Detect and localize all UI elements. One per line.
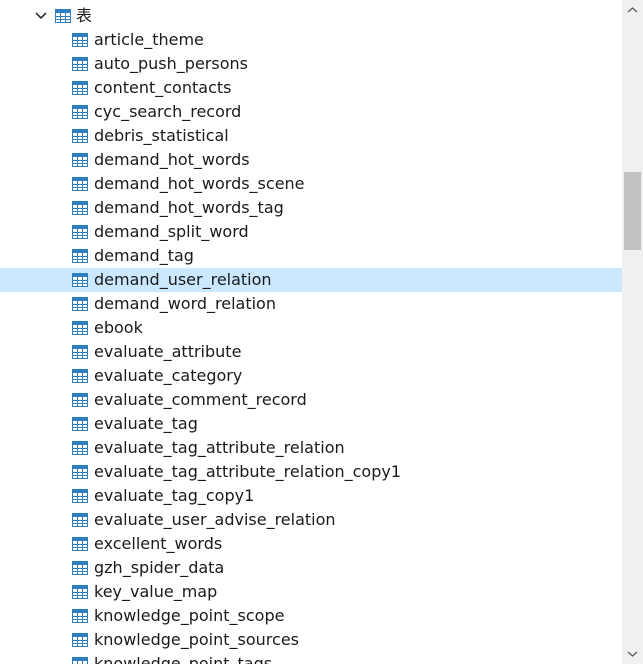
table-icon bbox=[72, 417, 88, 431]
table-icon bbox=[72, 585, 88, 599]
table-item-label: evaluate_comment_record bbox=[94, 390, 307, 409]
table-item-label: key_value_map bbox=[94, 582, 218, 601]
table-icon bbox=[72, 177, 88, 191]
table-icon bbox=[72, 297, 88, 311]
table-item-label: evaluate_category bbox=[94, 366, 243, 385]
scroll-up-arrow-icon[interactable] bbox=[627, 6, 638, 14]
table-item[interactable]: knowledge_point_scope bbox=[0, 604, 622, 628]
table-item[interactable]: demand_hot_words_scene bbox=[0, 172, 622, 196]
table-item[interactable]: debris_statistical bbox=[0, 124, 622, 148]
table-icon bbox=[72, 369, 88, 383]
scrollbar-thumb[interactable] bbox=[624, 172, 641, 250]
table-item[interactable]: ebook bbox=[0, 316, 622, 340]
table-item[interactable]: excellent_words bbox=[0, 532, 622, 556]
table-item-label: demand_hot_words_scene bbox=[94, 174, 305, 193]
table-item[interactable]: evaluate_comment_record bbox=[0, 388, 622, 412]
table-icon bbox=[72, 273, 88, 287]
table-item[interactable]: demand_hot_words_tag bbox=[0, 196, 622, 220]
table-icon bbox=[72, 201, 88, 215]
table-icon bbox=[72, 105, 88, 119]
table-icon bbox=[72, 33, 88, 47]
table-item-label: demand_split_word bbox=[94, 222, 249, 241]
table-item-label: knowledge_point_scope bbox=[94, 606, 285, 625]
table-icon bbox=[72, 249, 88, 263]
table-item-label: cyc_search_record bbox=[94, 102, 242, 121]
table-item-label: gzh_spider_data bbox=[94, 558, 225, 577]
table-icon bbox=[72, 345, 88, 359]
table-icon bbox=[72, 321, 88, 335]
table-icon bbox=[72, 81, 88, 95]
table-item[interactable]: key_value_map bbox=[0, 580, 622, 604]
table-item-label: evaluate_attribute bbox=[94, 342, 242, 361]
vertical-scrollbar[interactable] bbox=[622, 0, 643, 664]
table-icon bbox=[72, 393, 88, 407]
table-item-label: excellent_words bbox=[94, 534, 223, 553]
chevron-down-icon[interactable] bbox=[34, 10, 48, 22]
table-item-label: content_contacts bbox=[94, 78, 232, 97]
table-item-label: debris_statistical bbox=[94, 126, 229, 145]
table-item[interactable]: evaluate_tag_attribute_relation bbox=[0, 436, 622, 460]
scroll-down-arrow-icon[interactable] bbox=[627, 650, 638, 658]
table-item-label: demand_word_relation bbox=[94, 294, 276, 313]
table-item[interactable]: content_contacts bbox=[0, 76, 622, 100]
table-item-label: knowledge_point_tags bbox=[94, 654, 273, 664]
table-item-label: knowledge_point_sources bbox=[94, 630, 299, 649]
table-icon bbox=[72, 609, 88, 623]
table-icon bbox=[72, 465, 88, 479]
table-item-label: demand_hot_words bbox=[94, 150, 250, 169]
tables-folder-label: 表 bbox=[76, 6, 93, 25]
table-icon bbox=[72, 561, 88, 575]
table-item[interactable]: demand_split_word bbox=[0, 220, 622, 244]
table-item[interactable]: auto_push_persons bbox=[0, 52, 622, 76]
table-item[interactable]: cyc_search_record bbox=[0, 100, 622, 124]
table-item-label: evaluate_tag_attribute_relation_copy1 bbox=[94, 462, 402, 481]
table-folder-icon bbox=[55, 9, 71, 23]
table-icon bbox=[72, 441, 88, 455]
table-item[interactable]: article_theme bbox=[0, 28, 622, 52]
table-item-label: auto_push_persons bbox=[94, 54, 248, 73]
table-icon bbox=[72, 129, 88, 143]
table-icon bbox=[72, 489, 88, 503]
table-item[interactable]: evaluate_tag_attribute_relation_copy1 bbox=[0, 460, 622, 484]
table-icon bbox=[72, 57, 88, 71]
table-icon bbox=[72, 225, 88, 239]
table-item-label: evaluate_user_advise_relation bbox=[94, 510, 336, 529]
table-item[interactable]: demand_tag bbox=[0, 244, 622, 268]
table-item-label: evaluate_tag_copy1 bbox=[94, 486, 255, 505]
table-item[interactable]: gzh_spider_data bbox=[0, 556, 622, 580]
navigator-tree: 表 article_theme auto_push_persons content_… bbox=[0, 0, 622, 664]
table-icon bbox=[72, 633, 88, 647]
table-item[interactable]: evaluate_tag bbox=[0, 412, 622, 436]
table-item[interactable]: knowledge_point_sources bbox=[0, 628, 622, 652]
table-icon bbox=[72, 513, 88, 527]
table-item-label: demand_hot_words_tag bbox=[94, 198, 284, 217]
table-item[interactable]: evaluate_attribute bbox=[0, 340, 622, 364]
table-item[interactable]: evaluate_category bbox=[0, 364, 622, 388]
tables-folder-node[interactable]: 表 bbox=[0, 4, 622, 28]
table-item[interactable]: knowledge_point_tags bbox=[0, 652, 622, 664]
table-item[interactable]: demand_user_relation bbox=[0, 268, 622, 292]
table-icon bbox=[72, 657, 88, 664]
table-item-label: demand_tag bbox=[94, 246, 194, 265]
table-item[interactable]: demand_word_relation bbox=[0, 292, 622, 316]
table-item[interactable]: evaluate_user_advise_relation bbox=[0, 508, 622, 532]
table-item-label: ebook bbox=[94, 318, 143, 337]
table-item[interactable]: evaluate_tag_copy1 bbox=[0, 484, 622, 508]
table-item[interactable]: demand_hot_words bbox=[0, 148, 622, 172]
table-item-label: demand_user_relation bbox=[94, 270, 272, 289]
table-item-label: evaluate_tag bbox=[94, 414, 198, 433]
table-icon bbox=[72, 537, 88, 551]
table-item-label: evaluate_tag_attribute_relation bbox=[94, 438, 345, 457]
table-item-label: article_theme bbox=[94, 30, 204, 49]
table-icon bbox=[72, 153, 88, 167]
